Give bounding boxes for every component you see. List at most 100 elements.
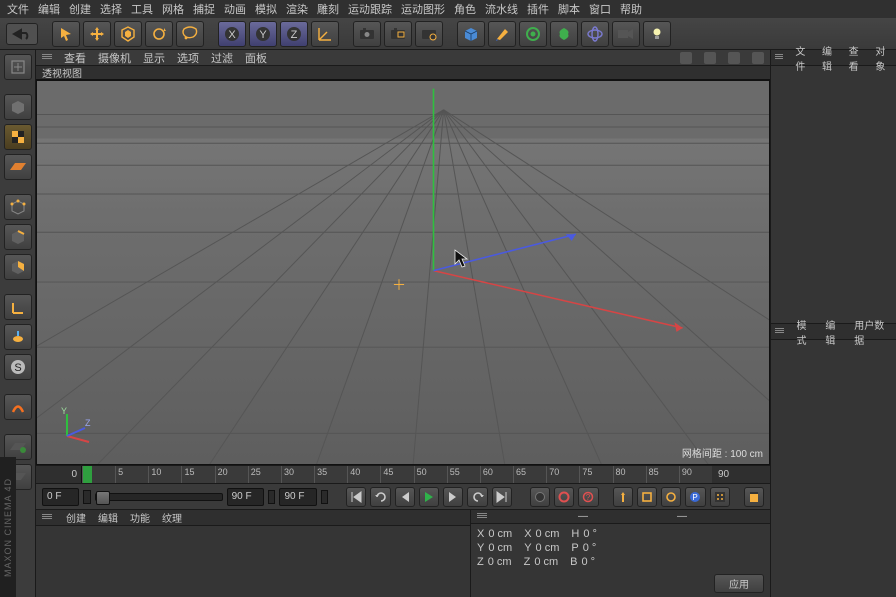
render-view-button[interactable] xyxy=(353,21,381,47)
goto-end-button[interactable] xyxy=(492,487,512,507)
menu-snap[interactable]: 捕捉 xyxy=(190,1,218,17)
key-param-button[interactable]: P xyxy=(685,487,705,507)
autokey-button[interactable] xyxy=(554,487,574,507)
soft-select-button[interactable] xyxy=(4,394,32,420)
stepper-icon[interactable] xyxy=(321,490,328,504)
primitive-cube-button[interactable] xyxy=(457,21,485,47)
axis-y-button[interactable]: Y xyxy=(249,21,277,47)
menu-edit[interactable]: 编辑 xyxy=(35,1,63,17)
mat-tab-edit[interactable]: 编辑 xyxy=(98,510,118,525)
tweak-mode-button[interactable] xyxy=(4,324,32,350)
coord-value-field[interactable]: 0 ° xyxy=(582,556,596,568)
frame-end-field[interactable]: 90 F xyxy=(279,488,316,506)
frame-start-field[interactable]: 0 F xyxy=(42,488,79,506)
axis-mode-button[interactable] xyxy=(4,294,32,320)
key-rot-button[interactable] xyxy=(661,487,681,507)
coord-system-button[interactable] xyxy=(311,21,339,47)
coord-value-field[interactable]: 0 ° xyxy=(583,542,597,554)
vp-maximize-icon[interactable] xyxy=(752,52,764,64)
coord-value-field[interactable]: 0 cm xyxy=(488,556,512,568)
generator-button[interactable] xyxy=(519,21,547,47)
goto-end-loop-button[interactable] xyxy=(467,487,487,507)
vp-menu-camera[interactable]: 摄像机 xyxy=(98,50,131,66)
light-button[interactable] xyxy=(643,21,671,47)
mat-tab-texture[interactable]: 纹理 xyxy=(162,510,182,525)
select-tool-button[interactable] xyxy=(52,21,80,47)
range-slider[interactable] xyxy=(95,493,223,501)
hamburger-icon[interactable] xyxy=(775,54,783,62)
play-button[interactable] xyxy=(419,487,439,507)
hamburger-icon[interactable] xyxy=(42,54,52,62)
range-end-field[interactable]: 90 F xyxy=(227,488,264,506)
render-settings-button[interactable] xyxy=(415,21,443,47)
menu-file[interactable]: 文件 xyxy=(4,1,32,17)
coord-value-field[interactable]: 0 cm xyxy=(534,556,558,568)
keyframe-sel-button[interactable]: ? xyxy=(578,487,598,507)
lasso-tool-button[interactable] xyxy=(176,21,204,47)
record-button[interactable] xyxy=(530,487,550,507)
vp-menu-view[interactable]: 查看 xyxy=(64,50,86,66)
deformer-button[interactable] xyxy=(550,21,578,47)
axis-x-button[interactable]: X xyxy=(218,21,246,47)
menu-select[interactable]: 选择 xyxy=(97,1,125,17)
vp-menu-options[interactable]: 选项 xyxy=(177,50,199,66)
menu-char[interactable]: 角色 xyxy=(451,1,479,17)
vp-nav-move-icon[interactable] xyxy=(680,52,692,64)
coord-value-field[interactable]: 0 cm xyxy=(536,528,560,540)
texture-mode-button[interactable] xyxy=(4,124,32,150)
vp-nav-orbit-icon[interactable] xyxy=(728,52,740,64)
polygon-mode-button[interactable] xyxy=(4,254,32,280)
scale-tool-button[interactable] xyxy=(114,21,142,47)
coord-value-field[interactable]: 0 cm xyxy=(536,542,560,554)
vp-menu-display[interactable]: 显示 xyxy=(143,50,165,66)
spline-pen-button[interactable] xyxy=(488,21,516,47)
timeline-ruler[interactable]: 0 51015202530354045505560657075808590 90 xyxy=(36,465,770,483)
model-mode-button[interactable] xyxy=(4,94,32,120)
key-scale-button[interactable] xyxy=(637,487,657,507)
stepper-icon[interactable] xyxy=(83,490,90,504)
rotate-tool-button[interactable] xyxy=(145,21,173,47)
take-button[interactable] xyxy=(744,487,764,507)
snap-toggle-button[interactable]: S xyxy=(4,354,32,380)
point-mode-button[interactable] xyxy=(4,194,32,220)
next-frame-button[interactable] xyxy=(443,487,463,507)
hamburger-icon[interactable] xyxy=(477,513,487,521)
menu-script[interactable]: 脚本 xyxy=(555,1,583,17)
vp-nav-zoom-icon[interactable] xyxy=(704,52,716,64)
undo-button[interactable] xyxy=(6,23,38,45)
menu-sim[interactable]: 模拟 xyxy=(252,1,280,17)
menu-mesh[interactable]: 网格 xyxy=(159,1,187,17)
make-editable-button[interactable] xyxy=(4,54,32,80)
menu-help[interactable]: 帮助 xyxy=(617,1,645,17)
menu-pipe[interactable]: 流水线 xyxy=(482,1,521,17)
key-pla-button[interactable] xyxy=(710,487,730,507)
menu-sculpt[interactable]: 雕刻 xyxy=(314,1,342,17)
vp-menu-filter[interactable]: 过滤 xyxy=(211,50,233,66)
workplane-button[interactable] xyxy=(4,154,32,180)
stepper-icon[interactable] xyxy=(268,490,275,504)
menu-anim[interactable]: 动画 xyxy=(221,1,249,17)
mat-tab-create[interactable]: 创建 xyxy=(66,510,86,525)
coord-value-field[interactable]: 0 ° xyxy=(583,528,597,540)
menu-plugin[interactable]: 插件 xyxy=(524,1,552,17)
apply-button[interactable]: 应用 xyxy=(714,574,764,593)
key-pos-button[interactable] xyxy=(613,487,633,507)
coord-value-field[interactable]: 0 cm xyxy=(488,528,512,540)
prev-frame-button[interactable] xyxy=(395,487,415,507)
menu-track[interactable]: 运动跟踪 xyxy=(345,1,395,17)
perspective-viewport[interactable]: ＋ Y Z 网格间距 : 100 cm xyxy=(36,80,770,465)
menu-render[interactable]: 渲染 xyxy=(283,1,311,17)
menu-create[interactable]: 创建 xyxy=(66,1,94,17)
loop-button[interactable] xyxy=(370,487,390,507)
goto-start-button[interactable] xyxy=(346,487,366,507)
vp-menu-panel[interactable]: 面板 xyxy=(245,50,267,66)
environment-button[interactable] xyxy=(581,21,609,47)
menu-window[interactable]: 窗口 xyxy=(586,1,614,17)
render-region-button[interactable] xyxy=(384,21,412,47)
menu-mograph[interactable]: 运动图形 xyxy=(398,1,448,17)
axis-z-button[interactable]: Z xyxy=(280,21,308,47)
hamburger-icon[interactable] xyxy=(42,514,52,522)
move-tool-button[interactable] xyxy=(83,21,111,47)
camera-button[interactable] xyxy=(612,21,640,47)
coord-value-field[interactable]: 0 cm xyxy=(488,542,512,554)
